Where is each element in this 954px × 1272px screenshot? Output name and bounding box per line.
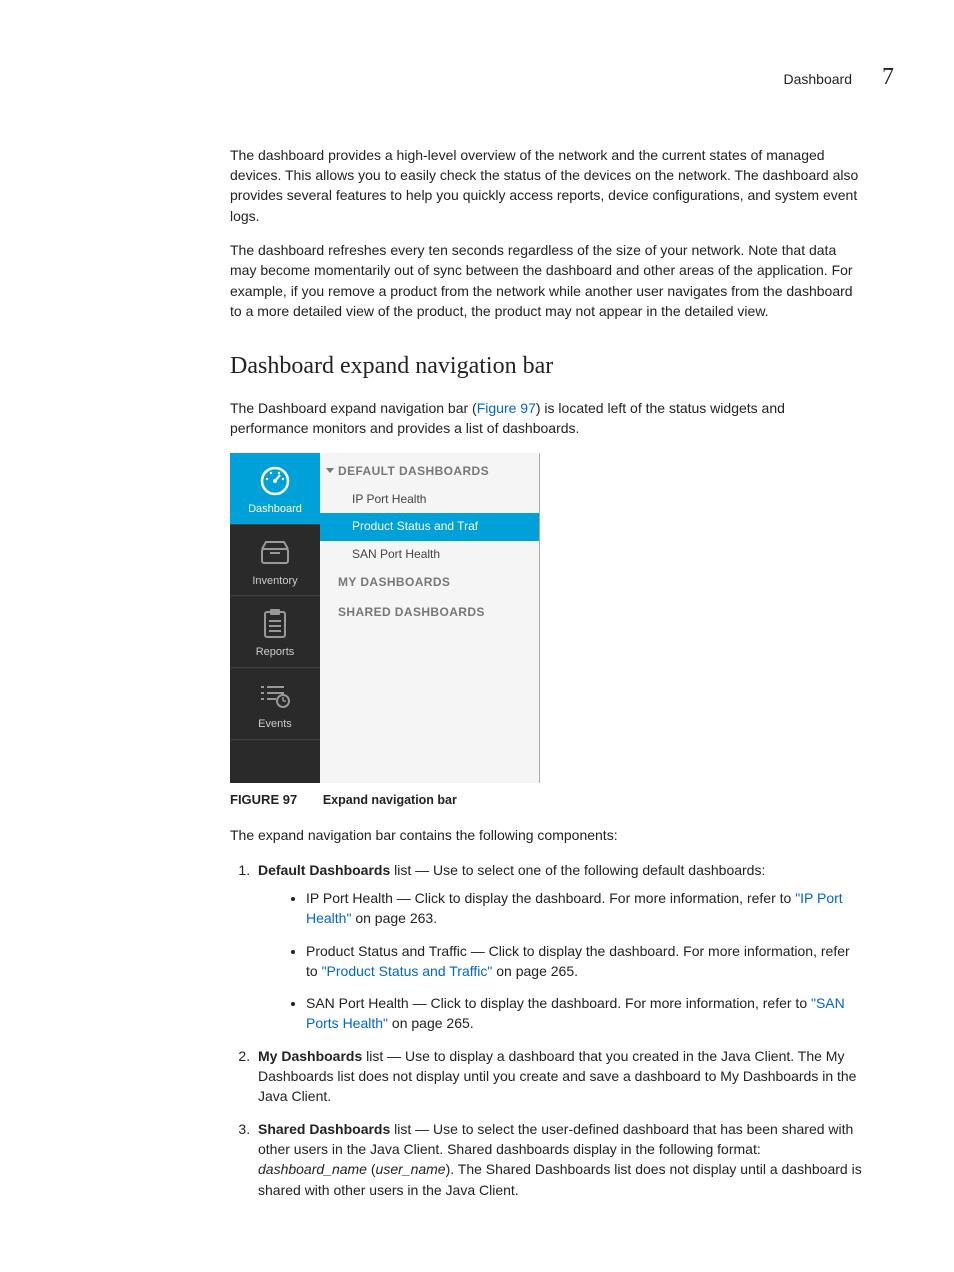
clipboard-icon xyxy=(261,606,289,642)
list-clock-icon xyxy=(258,678,292,714)
figure-caption-label: FIGURE 97 xyxy=(230,792,297,807)
b3-post: on page 265. xyxy=(388,1015,474,1031)
section-p1-a: The Dashboard expand navigation bar ( xyxy=(230,400,477,416)
components-list: Default Dashboards list — Use to select … xyxy=(230,860,864,1200)
header-section-label: Dashboard xyxy=(784,69,853,89)
item1-lead: Default Dashboards xyxy=(258,862,390,878)
page-content: The dashboard provides a high-level over… xyxy=(230,145,864,1200)
components-intro: The expand navigation bar contains the f… xyxy=(230,825,864,845)
nav-rail: Dashboard Inventory xyxy=(230,453,320,783)
item1-rest: list — Use to select one of the followin… xyxy=(390,862,765,878)
shared-dashboards-header[interactable]: SHARED DASHBOARDS xyxy=(320,598,539,627)
section-heading: Dashboard expand navigation bar xyxy=(230,349,864,384)
item3-lead: Shared Dashboards xyxy=(258,1121,390,1137)
nav-item-reports[interactable]: Reports xyxy=(230,596,320,668)
b3-pre: SAN Port Health — Click to display the d… xyxy=(306,995,811,1011)
dashboard-panel: DEFAULT DASHBOARDS IP Port Health Produc… xyxy=(320,453,539,783)
section-paragraph-1: The Dashboard expand navigation bar (Fig… xyxy=(230,398,864,439)
drawer-icon xyxy=(259,535,291,571)
panel-item-san-port-health[interactable]: SAN Port Health xyxy=(320,541,539,568)
item2-lead: My Dashboards xyxy=(258,1048,362,1064)
intro-paragraph-2: The dashboard refreshes every ten second… xyxy=(230,240,864,321)
my-dashboards-header[interactable]: MY DASHBOARDS xyxy=(320,568,539,597)
nav-label-dashboard: Dashboard xyxy=(248,502,302,518)
link-product-status[interactable]: "Product Status and Traffic" xyxy=(322,963,493,979)
item3-format1: dashboard_name xyxy=(258,1161,367,1177)
figure-caption-text: Expand navigation bar xyxy=(323,793,457,807)
list-item-my-dashboards: My Dashboards list — Use to display a da… xyxy=(254,1046,864,1107)
nav-item-dashboard[interactable]: Dashboard xyxy=(230,453,320,525)
item3-format2: user_name xyxy=(376,1161,446,1177)
nav-item-inventory[interactable]: Inventory xyxy=(230,525,320,597)
item1-sublist: IP Port Health — Click to display the da… xyxy=(258,888,864,1034)
b2-post: on page 265. xyxy=(492,963,578,979)
panel-item-ip-port-health[interactable]: IP Port Health xyxy=(320,486,539,513)
nav-label-events: Events xyxy=(258,717,292,733)
figure-ref-link[interactable]: Figure 97 xyxy=(477,400,536,416)
b1-pre: IP Port Health — Click to display the da… xyxy=(306,890,795,906)
gauge-icon xyxy=(258,463,292,499)
nav-item-events[interactable]: Events xyxy=(230,668,320,740)
default-dashboards-header[interactable]: DEFAULT DASHBOARDS xyxy=(320,457,539,486)
bullet-san-port-health: SAN Port Health — Click to display the d… xyxy=(306,993,864,1034)
nav-label-reports: Reports xyxy=(256,645,295,661)
figure-97: Dashboard Inventory xyxy=(230,453,864,810)
panel-item-product-status[interactable]: Product Status and Traf xyxy=(320,513,539,540)
intro-paragraph-1: The dashboard provides a high-level over… xyxy=(230,145,864,226)
figure-image: Dashboard Inventory xyxy=(230,453,540,783)
bullet-ip-port-health: IP Port Health — Click to display the da… xyxy=(306,888,864,929)
list-item-default-dashboards: Default Dashboards list — Use to select … xyxy=(254,860,864,1034)
b1-post: on page 263. xyxy=(351,910,437,926)
item3-paren: ( xyxy=(367,1161,376,1177)
figure-caption: FIGURE 97 Expand navigation bar xyxy=(230,791,864,810)
page-header: Dashboard 7 xyxy=(60,60,894,95)
nav-label-inventory: Inventory xyxy=(252,574,297,590)
bullet-product-status: Product Status and Traffic — Click to di… xyxy=(306,941,864,982)
list-item-shared-dashboards: Shared Dashboards list — Use to select t… xyxy=(254,1119,864,1200)
header-chapter-number: 7 xyxy=(882,60,894,95)
